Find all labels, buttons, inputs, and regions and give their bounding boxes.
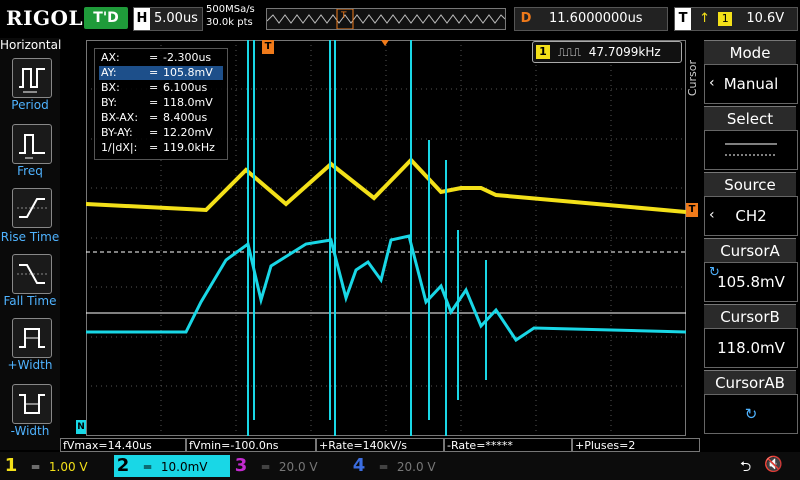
horizontal-tag: H <box>134 8 150 30</box>
cursorb-value: 118.0mV <box>717 339 785 357</box>
channel-1-scale: 1.00 V <box>48 460 88 474</box>
frequency-icon <box>19 134 45 159</box>
fall-time-label: Fall Time <box>3 294 57 308</box>
timebase-value: 5.00us <box>154 11 198 26</box>
measurement-item[interactable]: fVmin=-100.0ns <box>186 438 316 452</box>
freq-label: Freq <box>17 164 43 178</box>
channel-4-status[interactable]: 4 ═ 20.0 V <box>350 455 466 477</box>
channel-4-number: 4 <box>352 455 366 476</box>
cursorab-menu-title[interactable]: CursorAB <box>704 370 796 395</box>
fall-time-measure-button[interactable] <box>12 254 52 294</box>
delay-indicator[interactable]: D 11.6000000us <box>514 7 668 31</box>
cursor-row-by-ay: BY-AY: = 12.20mV <box>101 126 213 139</box>
freq-measure-button[interactable] <box>12 124 52 164</box>
mode-value: Manual <box>723 75 779 93</box>
measure-category-title[interactable]: Horizontal <box>0 38 61 52</box>
rise-time-label: Rise Time <box>0 230 60 244</box>
counter-channel-badge: 1 <box>536 45 550 59</box>
cursorab-menu-value[interactable]: ↻ <box>704 394 798 434</box>
ch1-waveform <box>85 157 687 214</box>
mode-menu-value[interactable]: ‹ Manual <box>704 64 798 104</box>
channel-2-number: 2 <box>116 455 130 476</box>
measurement-item[interactable]: +Pluses=2 <box>572 438 700 452</box>
speaker-mute-icon[interactable]: 🔇 <box>764 455 783 473</box>
delay-value: 11.6000000us <box>549 11 643 26</box>
channel-4-scale: 20.0 V <box>396 460 436 474</box>
dc-coupling-icon: ═ <box>143 460 152 474</box>
period-label: Period <box>11 98 49 112</box>
rising-edge-icon: ↑ <box>699 11 711 26</box>
measurement-item[interactable]: +Rate=140kV/s <box>316 438 444 452</box>
cursor-row-inv-dx: 1/|dX|: = 119.0kHz <box>101 141 215 154</box>
chevron-left-icon: ‹ <box>709 75 715 91</box>
counter-value: 47.7099kHz <box>588 45 661 59</box>
cursor-row-ay: AY: = 105.8mV <box>99 66 223 80</box>
negative-width-icon <box>19 394 45 414</box>
rise-time-measure-button[interactable] <box>12 188 52 228</box>
channel-2-scale: 10.0mV <box>160 460 208 474</box>
rise-time-icon <box>17 198 47 218</box>
period-measure-button[interactable] <box>12 58 52 98</box>
channel-2-status[interactable]: 2 ═ 10.0mV <box>114 455 230 477</box>
trigger-level: 10.6V <box>746 11 785 26</box>
dc-coupling-icon: ═ <box>31 460 40 474</box>
cursora-menu-title[interactable]: CursorA <box>704 238 796 263</box>
trigger-status-badge[interactable]: T'D <box>84 7 128 29</box>
negative-width-measure-button[interactable] <box>12 384 52 424</box>
trigger-position-tag[interactable]: T <box>262 40 274 54</box>
cursor-row-bx: BX: = 6.100us <box>101 81 208 94</box>
usb-icon: ⮌ <box>740 459 752 475</box>
knob-icon: ↻ <box>709 265 720 280</box>
memory-depth: 30.0k pts <box>206 17 253 28</box>
measurement-item[interactable]: fVmax=14.40us <box>60 438 186 452</box>
cursor-row-bx-ax: BX-AX: = 8.400us <box>101 111 208 124</box>
period-icon <box>19 68 45 93</box>
cursor-lines-icon <box>725 143 777 156</box>
trigger-level-tag[interactable]: T <box>686 203 698 217</box>
knob-icon: ↻ <box>744 405 758 423</box>
positive-width-measure-button[interactable] <box>12 318 52 358</box>
memory-overview-strip[interactable]: T <box>266 8 506 30</box>
square-wave-icon: ⎍⎍⎍ <box>557 46 581 59</box>
source-menu-value[interactable]: ‹ CH2 <box>704 196 798 236</box>
channel-1-status[interactable]: 1 ═ 1.00 V <box>2 455 112 477</box>
trigger-tag: T <box>675 8 691 30</box>
ch2-ground-marker[interactable]: N <box>76 420 86 434</box>
ch2-waveform <box>86 234 687 343</box>
trigger-indicator[interactable]: T ↑ 1 10.6V <box>674 7 798 31</box>
menu-side-label: Cursor <box>686 60 699 97</box>
cursor-row-by: BY: = 118.0mV <box>101 96 213 109</box>
channel-3-number: 3 <box>234 455 248 476</box>
channel-1-number: 1 <box>4 455 18 476</box>
select-menu-title[interactable]: Select <box>704 106 796 131</box>
select-menu-value[interactable] <box>704 130 798 170</box>
channel-3-scale: 20.0 V <box>278 460 318 474</box>
cursorb-menu-value[interactable]: 118.0mV <box>704 328 798 368</box>
memory-overview-waveform: T <box>266 8 506 30</box>
cursor-row-ax: AX: = -2.300us <box>101 51 212 64</box>
svg-text:T: T <box>340 11 347 21</box>
trigger-channel-badge: 1 <box>718 12 733 26</box>
source-menu-title[interactable]: Source <box>704 172 796 197</box>
frequency-counter[interactable]: 1 ⎍⎍⎍ 47.7099kHz <box>532 41 682 63</box>
timebase-indicator[interactable]: H 5.00us <box>133 7 203 31</box>
source-value: CH2 <box>735 207 767 225</box>
positive-width-icon <box>19 328 45 348</box>
sample-rate: 500MSa/s <box>206 4 255 15</box>
fall-time-icon <box>17 264 47 284</box>
cursorb-menu-title[interactable]: CursorB <box>704 304 796 329</box>
cursor-readout-box: AX: = -2.300us AY: = 105.8mV BX: = 6.100us BY:… <box>94 48 228 160</box>
positive-width-label: +Width <box>7 358 53 372</box>
cursora-menu-value[interactable]: ↻ 105.8mV <box>704 262 798 302</box>
chevron-left-icon: ‹ <box>709 207 715 223</box>
measurement-item[interactable]: -Rate=***** <box>444 438 572 452</box>
acquisition-info: 500MSa/s 30.0k pts <box>206 3 255 29</box>
dc-coupling-icon: ═ <box>261 460 270 474</box>
dc-coupling-icon: ═ <box>379 460 388 474</box>
channel-3-status[interactable]: 3 ═ 20.0 V <box>232 455 348 477</box>
brand-logo: RIGOL <box>6 6 84 30</box>
negative-width-label: -Width <box>10 424 50 438</box>
mode-menu-title[interactable]: Mode <box>704 40 796 65</box>
delay-tag: D <box>520 11 532 26</box>
